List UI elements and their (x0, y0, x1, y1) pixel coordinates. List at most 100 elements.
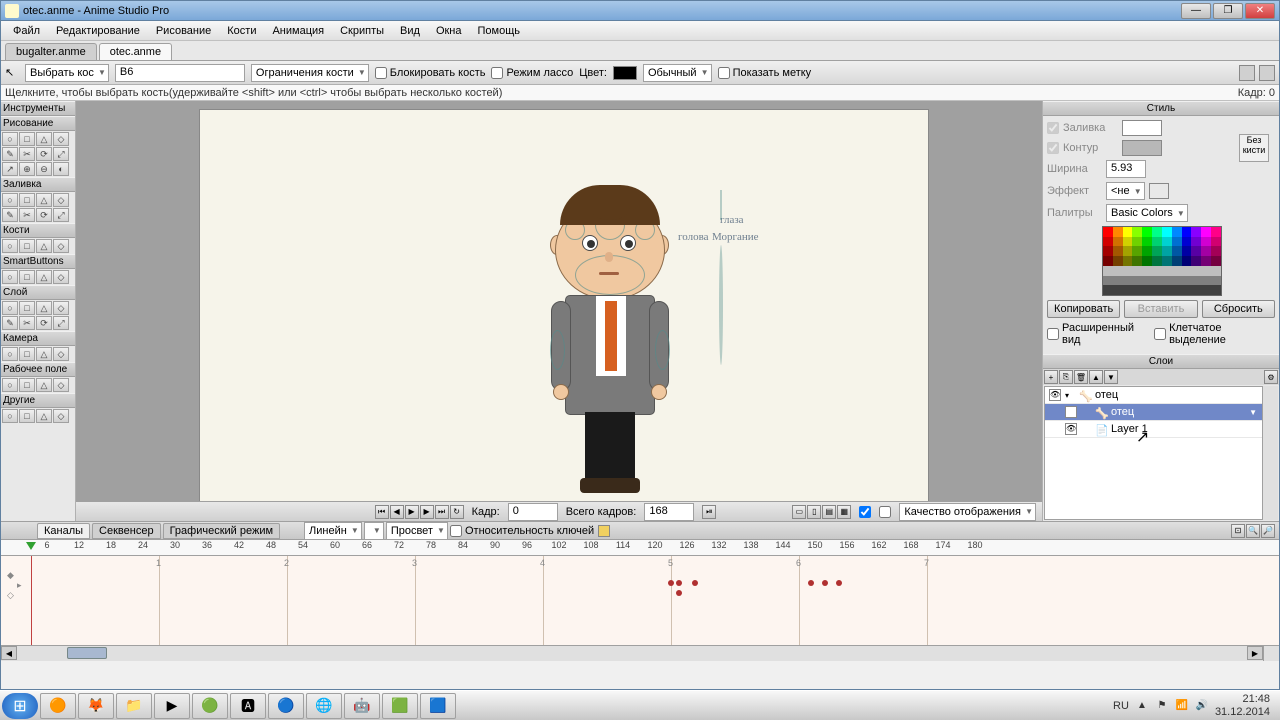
palette-color[interactable] (1123, 237, 1133, 247)
bone-color-swatch[interactable] (613, 66, 637, 80)
tool-button[interactable]: ○ (2, 193, 18, 207)
palette-color[interactable] (1211, 276, 1221, 286)
playhead[interactable] (31, 556, 32, 645)
tool-button[interactable]: □ (19, 347, 35, 361)
palette-color[interactable] (1142, 256, 1152, 266)
tool-button[interactable]: ⟳ (36, 208, 52, 222)
palette-color[interactable] (1172, 266, 1182, 276)
tray-up-icon[interactable]: ▲ (1135, 699, 1149, 713)
duplicate-layer-icon[interactable]: ⎘ (1059, 370, 1073, 384)
file-tab[interactable]: bugalter.anme (5, 43, 97, 60)
loop-icon[interactable]: ↻ (450, 505, 464, 519)
vscroll-placeholder[interactable] (1263, 646, 1279, 661)
show-label-check[interactable]: Показать метку (718, 67, 812, 79)
palette-color[interactable] (1142, 276, 1152, 286)
palette-color[interactable] (1103, 266, 1113, 276)
menu-редактирование[interactable]: Редактирование (48, 23, 148, 39)
layer-row[interactable]: 👁📄Layer 1 (1045, 421, 1277, 438)
step-back-icon[interactable]: ◀ (390, 505, 404, 519)
palette-color[interactable] (1142, 266, 1152, 276)
tool-button[interactable]: △ (36, 378, 52, 392)
interp-combo[interactable]: Линейн (304, 522, 362, 540)
start-button[interactable]: ⊞ (2, 693, 38, 719)
palette-color[interactable] (1201, 266, 1211, 276)
palette-color[interactable] (1113, 266, 1123, 276)
palette-color[interactable] (1172, 227, 1182, 237)
palette-color[interactable] (1123, 227, 1133, 237)
tool-button[interactable]: ◇ (53, 132, 69, 146)
tool-button[interactable]: ⤢ (53, 208, 69, 222)
bone-name-field[interactable]: B6 (115, 64, 245, 82)
tool-button[interactable]: ○ (2, 132, 18, 146)
palette-color[interactable] (1191, 285, 1201, 295)
copy-button[interactable]: Копировать (1047, 300, 1120, 318)
rewind-icon[interactable]: ⏮ (375, 505, 389, 519)
palette-color[interactable] (1132, 227, 1142, 237)
flag-icon[interactable]: ⚑ (1155, 699, 1169, 713)
lock-bone-check[interactable]: Блокировать кость (375, 67, 486, 79)
taskbar-app[interactable]: 🟦 (420, 693, 456, 719)
palette-color[interactable] (1152, 266, 1162, 276)
palette-color[interactable] (1152, 276, 1162, 286)
tool-button[interactable]: △ (36, 270, 52, 284)
move-up-icon[interactable]: ▲ (1089, 370, 1103, 384)
palette-color[interactable] (1103, 256, 1113, 266)
palette-color[interactable] (1123, 256, 1133, 266)
move-down-icon[interactable]: ▼ (1104, 370, 1118, 384)
palette-color[interactable] (1123, 266, 1133, 276)
tool-button[interactable]: ◇ (53, 301, 69, 315)
palette-color[interactable] (1211, 246, 1221, 256)
palette-color[interactable] (1201, 237, 1211, 247)
palette-color[interactable] (1162, 237, 1172, 247)
palette-color[interactable] (1182, 285, 1192, 295)
menu-помощь[interactable]: Помощь (470, 23, 529, 39)
tool-button[interactable]: □ (19, 239, 35, 253)
minimize-button[interactable]: — (1181, 3, 1211, 19)
frame-field[interactable]: 0 (508, 503, 558, 521)
forward-icon[interactable]: ⏭ (435, 505, 449, 519)
tool-button[interactable]: ○ (2, 239, 18, 253)
palette-color[interactable] (1201, 276, 1211, 286)
palette-color[interactable] (1172, 246, 1182, 256)
keyframe[interactable] (836, 580, 842, 586)
layer-row[interactable]: 👁🦴отец▼ (1045, 404, 1277, 421)
fill-swatch[interactable] (1122, 120, 1162, 136)
tool-button[interactable]: ⤢ (53, 147, 69, 161)
visibility-icon[interactable]: 👁 (1049, 389, 1061, 401)
palette-color[interactable] (1211, 266, 1221, 276)
palette-color[interactable] (1132, 285, 1142, 295)
tool-button[interactable]: □ (19, 378, 35, 392)
tool-button[interactable]: △ (36, 132, 52, 146)
tool-button[interactable]: ○ (2, 347, 18, 361)
outline-check[interactable] (1047, 142, 1059, 154)
palette-color[interactable] (1113, 256, 1123, 266)
tool-button[interactable]: ○ (2, 409, 18, 423)
tool-button[interactable]: ✎ (2, 147, 18, 161)
user-icon[interactable] (1239, 65, 1255, 81)
total-frames-field[interactable]: 168 (644, 503, 694, 521)
tool-button[interactable]: ✂ (19, 147, 35, 161)
scroll-left-icon[interactable]: ◀ (1, 646, 17, 660)
tool-button[interactable]: ○ (2, 378, 18, 392)
bone-constraints-combo[interactable]: Ограничения кости (251, 64, 369, 82)
taskbar-app[interactable]: 🦊 (78, 693, 114, 719)
scroll-thumb[interactable] (67, 647, 107, 659)
step-fwd-icon[interactable]: ▶ (420, 505, 434, 519)
keyframe[interactable] (668, 580, 674, 586)
palette-color[interactable] (1113, 227, 1123, 237)
tool-button[interactable]: ◇ (53, 270, 69, 284)
palette-color[interactable] (1172, 276, 1182, 286)
brush-preset[interactable]: Без кисти (1239, 134, 1269, 162)
taskbar-app[interactable]: 🟩 (382, 693, 418, 719)
palette-color[interactable] (1211, 256, 1221, 266)
tool-button[interactable]: ⟳ (36, 316, 52, 330)
play-icon[interactable]: ▶ (405, 505, 419, 519)
tool-button[interactable]: □ (19, 270, 35, 284)
volume-icon[interactable]: 🔊 (1195, 699, 1209, 713)
palette-color[interactable] (1113, 246, 1123, 256)
tool-button[interactable]: ◐ (53, 162, 69, 176)
view-mode-4[interactable]: ▦ (837, 505, 851, 519)
view-mode-2[interactable]: ▯ (807, 505, 821, 519)
bone-label-head[interactable]: голова (678, 231, 709, 243)
keyframe[interactable] (676, 580, 682, 586)
